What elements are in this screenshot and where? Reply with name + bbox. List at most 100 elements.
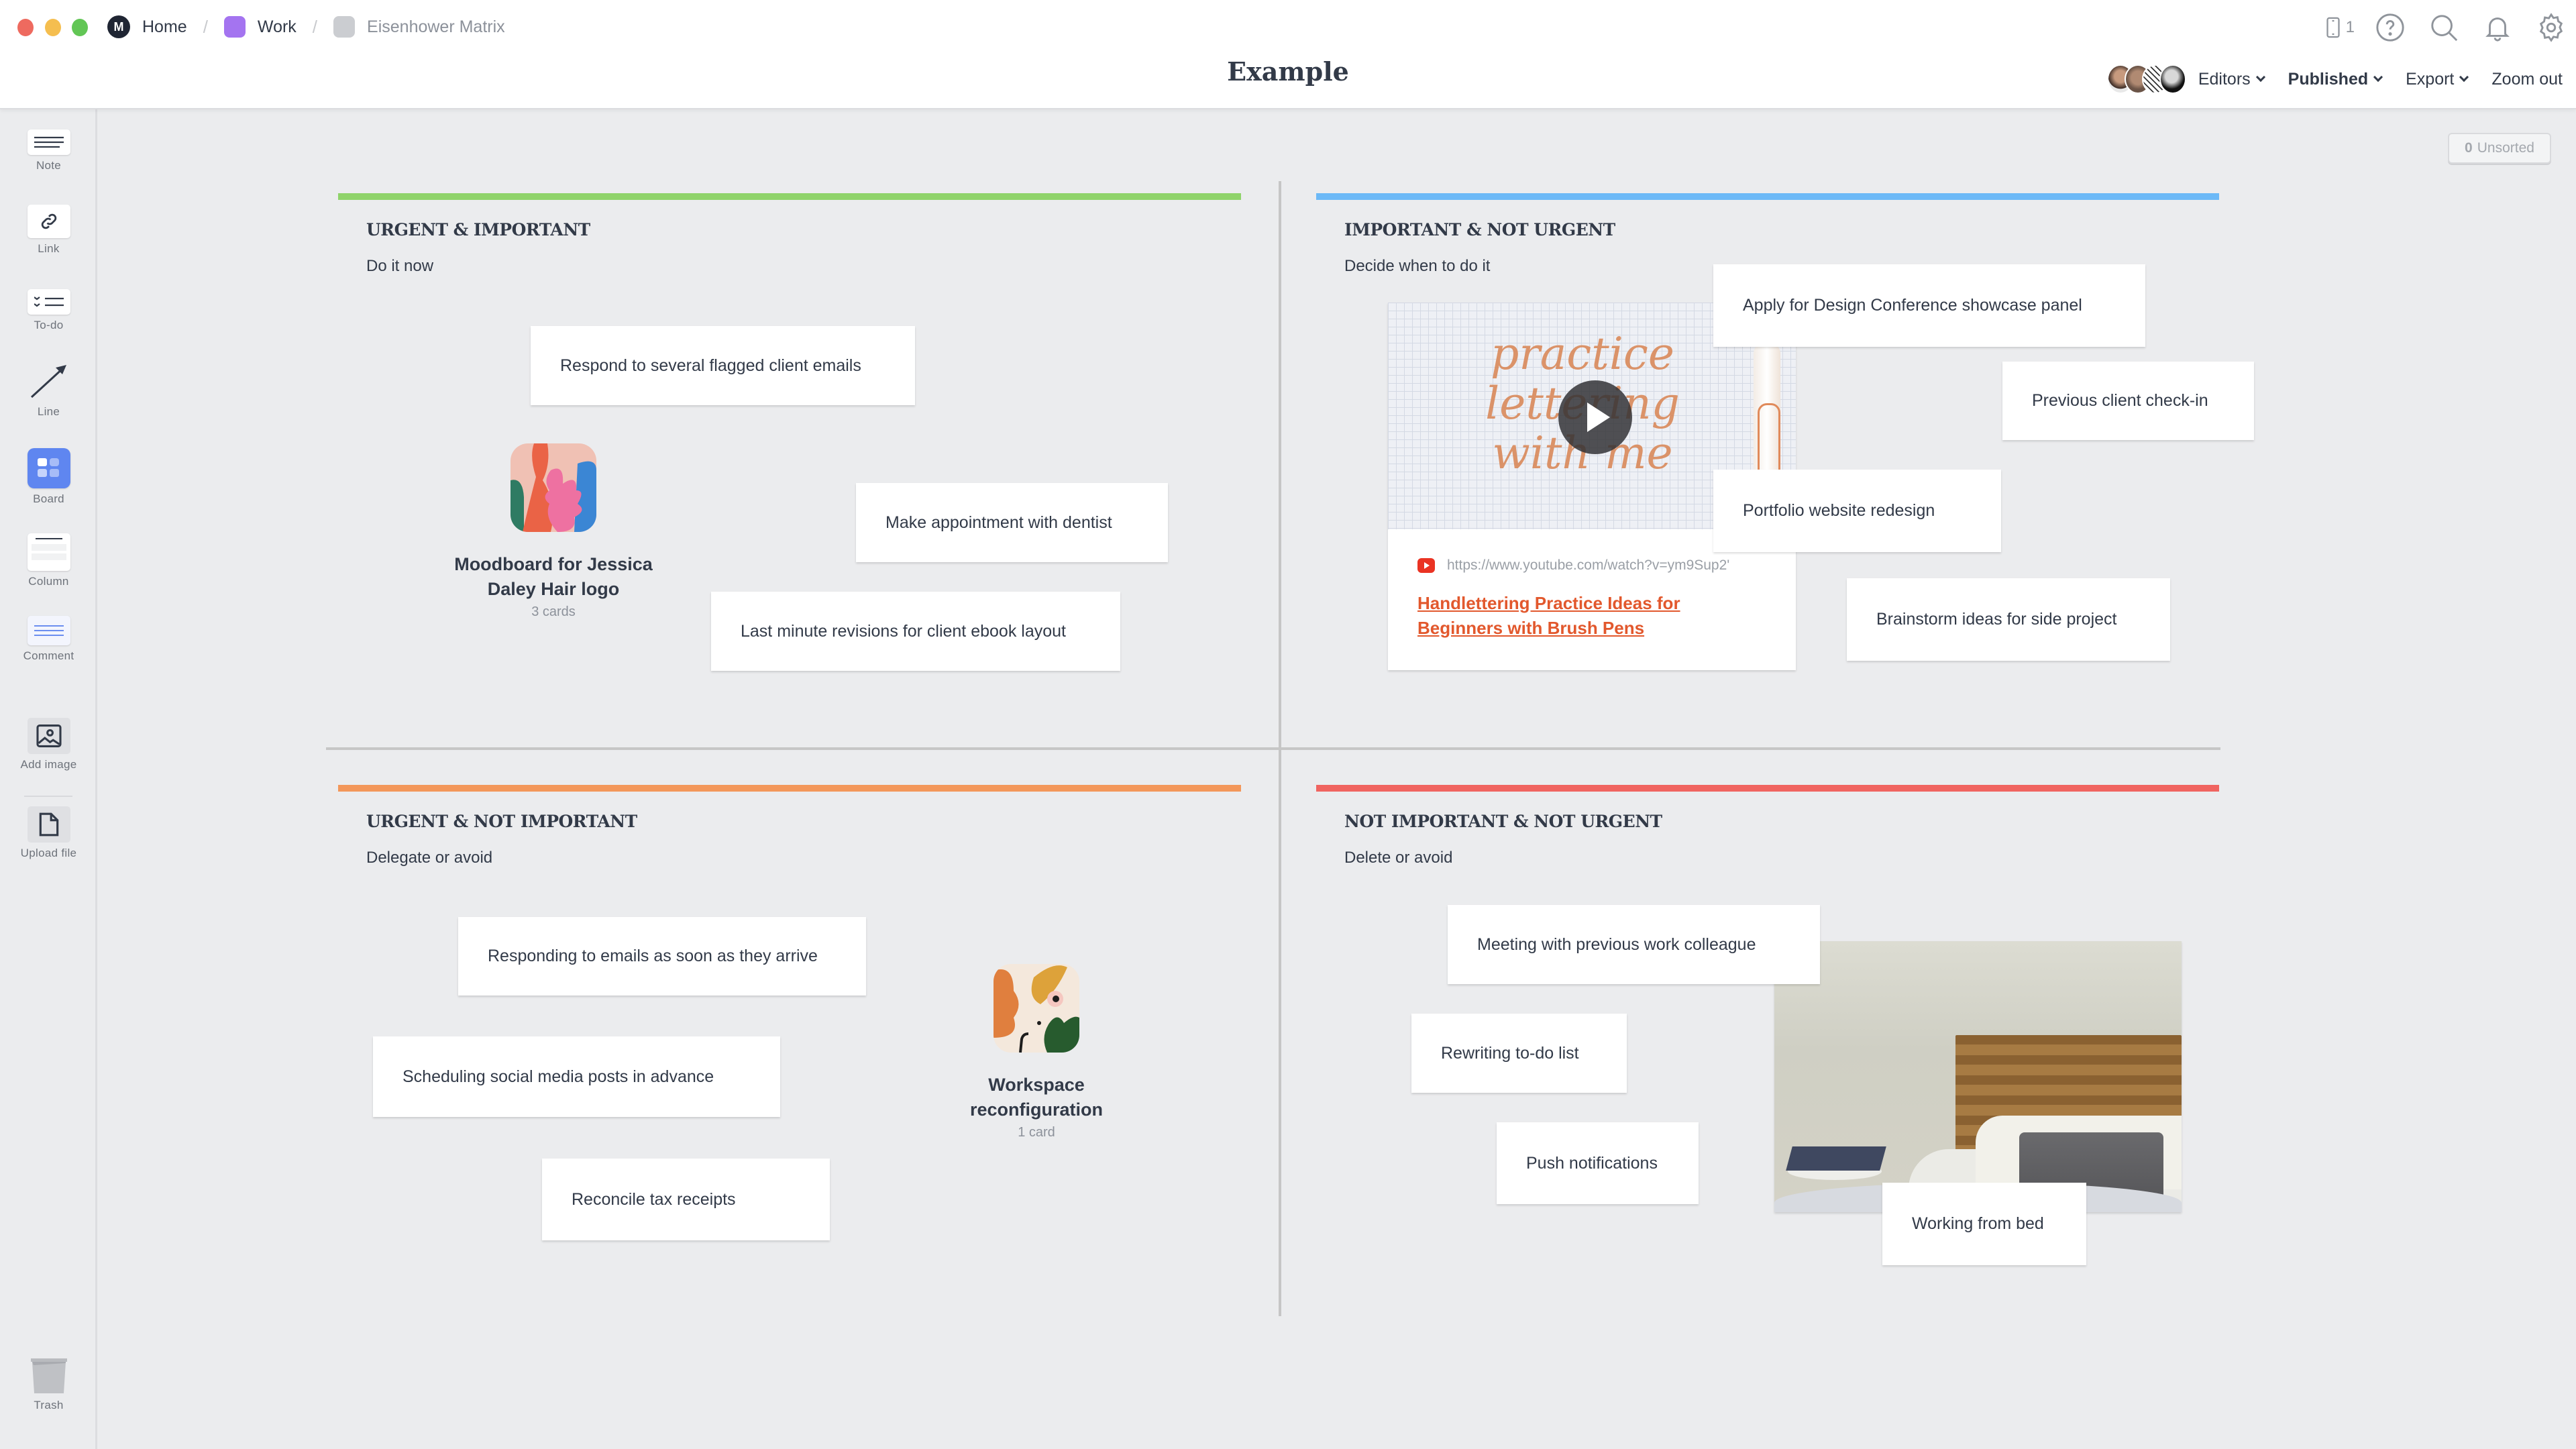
help-button[interactable] bbox=[2372, 9, 2408, 46]
board-title: Moodboard for Jessica Daley Hair logo bbox=[454, 554, 653, 599]
tool-label: Line bbox=[37, 405, 60, 418]
video-title-link[interactable]: Handlettering Practice Ideas for Beginne… bbox=[1417, 591, 1753, 641]
quadrant-title[interactable]: URGENT & IMPORTANT bbox=[366, 220, 590, 239]
device-count: 1 bbox=[2345, 18, 2355, 36]
tool-label: Board bbox=[33, 492, 64, 505]
todo-icon bbox=[27, 289, 70, 315]
board-thumbnail bbox=[511, 443, 596, 532]
note-card[interactable]: Portfolio website redesign bbox=[1713, 470, 2001, 552]
note-card[interactable]: Meeting with previous work colleague bbox=[1448, 905, 1820, 984]
gear-icon bbox=[2539, 13, 2563, 42]
unsorted-count: 0 bbox=[2465, 140, 2473, 156]
note-card[interactable]: Working from bed bbox=[1882, 1183, 2086, 1265]
zoom-out-label: Zoom out bbox=[2491, 69, 2563, 89]
chevron-down-icon bbox=[2255, 72, 2265, 83]
export-label: Export bbox=[2406, 69, 2455, 89]
tool-column[interactable]: Column bbox=[0, 533, 97, 588]
tool-label: To-do bbox=[34, 319, 64, 331]
board-title: Workspace reconfiguration bbox=[969, 1075, 1103, 1120]
quadrant-title[interactable]: IMPORTANT & NOT URGENT bbox=[1344, 220, 1615, 239]
tool-label: Link bbox=[38, 242, 60, 255]
youtube-icon bbox=[1417, 558, 1435, 573]
board-icon bbox=[27, 448, 70, 488]
settings-button[interactable] bbox=[2533, 9, 2569, 46]
milanote-logo-icon: M bbox=[107, 15, 130, 38]
abstract-art-icon bbox=[994, 964, 1079, 1053]
unsorted-label: Unsorted bbox=[2477, 140, 2534, 156]
tool-board[interactable]: Board bbox=[0, 448, 97, 506]
note-card[interactable]: Push notifications bbox=[1497, 1122, 1699, 1204]
notifications-button[interactable] bbox=[2479, 9, 2516, 46]
note-card[interactable]: Brainstorm ideas for side project bbox=[1847, 578, 2170, 661]
search-icon bbox=[2431, 15, 2458, 42]
chevron-down-icon bbox=[2459, 72, 2469, 83]
board-moodboard[interactable]: Moodboard for Jessica Daley Hair logo 3 … bbox=[419, 443, 688, 620]
video-url-text: https://www.youtube.com/watch?v=ym9Sup2' bbox=[1447, 557, 1730, 573]
published-dropdown[interactable]: Published bbox=[2288, 70, 2383, 89]
column-icon bbox=[27, 533, 70, 571]
note-card[interactable]: Previous client check-in bbox=[2002, 362, 2254, 440]
quadrant-subtitle[interactable]: Do it now bbox=[366, 257, 433, 276]
note-card[interactable]: Make appointment with dentist bbox=[856, 483, 1168, 562]
quadrant-1-color-bar bbox=[338, 193, 1241, 200]
video-url[interactable]: https://www.youtube.com/watch?v=ym9Sup2' bbox=[1417, 557, 1780, 574]
file-icon bbox=[27, 806, 70, 843]
note-card[interactable]: Scheduling social media posts in advance bbox=[373, 1036, 780, 1117]
note-icon bbox=[27, 129, 70, 155]
tool-upload-file[interactable]: Upload file bbox=[0, 806, 97, 860]
tool-label: Comment bbox=[23, 649, 74, 662]
note-card[interactable]: Rewriting to-do list bbox=[1411, 1014, 1627, 1093]
breadcrumb-current[interactable]: Eisenhower Matrix bbox=[333, 16, 505, 38]
matrix-divider-horizontal[interactable] bbox=[326, 747, 2220, 750]
tool-label: Column bbox=[28, 575, 69, 588]
breadcrumb-work[interactable]: Work bbox=[223, 16, 297, 38]
play-icon[interactable] bbox=[1558, 380, 1632, 454]
window-maximize-button[interactable] bbox=[72, 19, 88, 36]
window-close-button[interactable] bbox=[17, 19, 34, 36]
quadrant-title[interactable]: NOT IMPORTANT & NOT URGENT bbox=[1344, 812, 1662, 831]
note-card[interactable]: Reconcile tax receipts bbox=[542, 1159, 830, 1240]
tool-todo[interactable]: To-do bbox=[0, 289, 97, 332]
breadcrumb-home[interactable]: M Home bbox=[107, 15, 187, 38]
tool-sidebar: Note Link To-do Line Board Column Commen… bbox=[0, 109, 97, 1449]
editor-avatars[interactable] bbox=[2106, 64, 2186, 94]
export-dropdown[interactable]: Export bbox=[2406, 69, 2469, 89]
trash[interactable]: Trash bbox=[0, 1357, 97, 1412]
board-color-icon bbox=[333, 16, 356, 38]
tool-link[interactable]: Link bbox=[0, 205, 97, 256]
chevron-down-icon bbox=[2373, 72, 2383, 83]
tool-line[interactable]: Line bbox=[0, 361, 97, 419]
board-toolbar: Editors Published Export Zoom out bbox=[2106, 64, 2563, 94]
quadrant-subtitle[interactable]: Delete or avoid bbox=[1344, 849, 1452, 867]
quadrant-subtitle[interactable]: Decide when to do it bbox=[1344, 257, 1490, 276]
zoom-out-button[interactable]: Zoom out bbox=[2491, 70, 2563, 89]
tool-label: Add image bbox=[20, 758, 77, 771]
window-minimize-button[interactable] bbox=[45, 19, 61, 36]
tool-label: Note bbox=[36, 159, 62, 172]
quadrant-title[interactable]: URGENT & NOT IMPORTANT bbox=[366, 812, 637, 831]
tool-comment[interactable]: Comment bbox=[0, 616, 97, 663]
editors-label: Editors bbox=[2198, 69, 2251, 89]
device-button[interactable]: 1 bbox=[2322, 9, 2355, 46]
unsorted-button[interactable]: 0 Unsorted bbox=[2448, 133, 2551, 164]
note-card[interactable]: Last minute revisions for client ebook l… bbox=[711, 592, 1120, 671]
note-card[interactable]: Responding to emails as soon as they arr… bbox=[458, 917, 866, 996]
board-color-icon bbox=[223, 16, 246, 38]
editors-dropdown[interactable]: Editors bbox=[2198, 69, 2265, 89]
link-icon bbox=[27, 205, 70, 238]
note-card[interactable]: Respond to several flagged client emails bbox=[531, 326, 915, 405]
trash-icon bbox=[28, 1357, 70, 1395]
comment-icon bbox=[27, 616, 70, 645]
quadrant-2-color-bar bbox=[1316, 193, 2219, 200]
image-card-laptop-on-bed[interactable] bbox=[1774, 941, 2182, 1212]
tool-note[interactable]: Note bbox=[0, 129, 97, 172]
tool-add-image[interactable]: Add image bbox=[0, 718, 97, 771]
quadrant-3-color-bar bbox=[338, 785, 1241, 792]
breadcrumb: M Home / Work / Eisenhower Matrix bbox=[107, 13, 505, 40]
note-card[interactable]: Apply for Design Conference showcase pan… bbox=[1713, 264, 2145, 347]
quadrant-subtitle[interactable]: Delegate or avoid bbox=[366, 849, 492, 867]
search-button[interactable] bbox=[2426, 9, 2462, 46]
help-icon bbox=[2376, 13, 2404, 42]
board-workspace[interactable]: Workspace reconfiguration 1 card bbox=[902, 964, 1171, 1140]
quadrant-4-color-bar bbox=[1316, 785, 2219, 792]
